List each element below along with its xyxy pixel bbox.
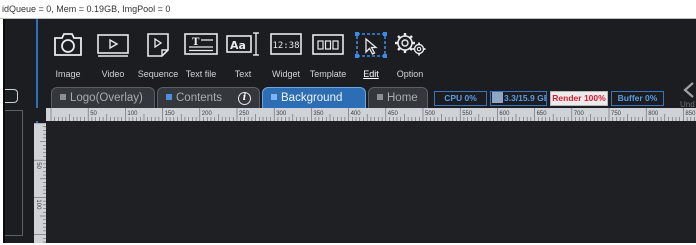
memory-meter: 3.3/15.9 GB xyxy=(490,91,547,106)
toolbar-text-button[interactable]: Aa Text xyxy=(226,27,260,83)
tab-home[interactable]: Home xyxy=(368,87,428,109)
info-icon[interactable]: i xyxy=(238,92,251,105)
camera-icon xyxy=(54,33,82,56)
editor-canvas[interactable] xyxy=(46,121,696,243)
ruler-label: 100 xyxy=(35,199,41,210)
toolbar-widget-button[interactable]: 12:38 Widget xyxy=(268,27,304,83)
ruler-label: 200 xyxy=(202,111,213,117)
tab-color-indicator xyxy=(166,94,172,100)
render-meter: Render 100% xyxy=(550,91,608,106)
toolbar-label-text-file: Text file xyxy=(185,69,217,79)
edit-cursor-icon xyxy=(355,32,387,58)
tab-label: Home xyxy=(387,92,418,104)
side-panel xyxy=(5,110,23,236)
tab-color-indicator xyxy=(271,94,277,100)
toolbar-label-edit: Edit xyxy=(363,69,379,79)
toolbar-label-template: Template xyxy=(309,69,347,79)
toolbar-label-image: Image xyxy=(55,69,81,79)
horizontal-ruler: 50 100 150 200 250 300 350 400 450 500 550 600 650 70… xyxy=(46,108,696,121)
template-icon xyxy=(312,34,344,55)
ruler-label: 600 xyxy=(499,111,510,117)
cpu-meter: CPU 0% xyxy=(434,91,487,106)
ruler-label: 850 xyxy=(685,111,696,117)
toolbar-edit-button[interactable]: Edit xyxy=(354,27,388,83)
toolbar-text-file-button[interactable]: T Text file xyxy=(182,27,220,83)
app-window: Image Video Sequence T Text file Aa Text… xyxy=(3,19,696,243)
tab-label: Background xyxy=(281,92,343,104)
ruler-label: 550 xyxy=(462,111,473,117)
tab-color-indicator xyxy=(377,94,383,100)
status-line: idQueue = 0, Mem = 0.19GB, ImgPool = 0 xyxy=(0,0,696,19)
ruler-label: 800 xyxy=(648,111,659,117)
side-panel-toggle[interactable] xyxy=(5,89,18,103)
tab-logo-overlay[interactable]: Logo(Overlay) xyxy=(51,87,155,109)
toolbar-label-text: Text xyxy=(234,69,252,79)
buffer-meter: Buffer 0% xyxy=(611,91,664,106)
tab-background[interactable]: Background xyxy=(262,87,366,109)
ruler-label: 700 xyxy=(574,111,585,117)
tab-label: Logo(Overlay) xyxy=(70,92,143,104)
ruler-label: 300 xyxy=(276,111,287,117)
toolbar-template-button[interactable]: Template xyxy=(308,27,348,83)
text-file-icon: T xyxy=(184,33,218,55)
tab-contents[interactable]: Contents i xyxy=(157,87,260,109)
toolbar-label-sequence: Sequence xyxy=(137,69,179,79)
toolbar-image-button[interactable]: Image xyxy=(51,27,85,83)
ruler-label: 100 xyxy=(127,111,138,117)
ruler-label: 50 xyxy=(90,111,97,117)
sequence-icon xyxy=(147,33,169,57)
ruler-corner xyxy=(34,108,46,121)
tab-color-indicator xyxy=(60,94,66,100)
svg-text:T: T xyxy=(192,37,200,48)
ruler-label: 450 xyxy=(388,111,399,117)
ruler-label: 350 xyxy=(313,111,324,117)
ruler-label: 650 xyxy=(537,111,548,117)
ruler-label: 50 xyxy=(35,162,41,169)
memory-text: 3.3/15.9 GB xyxy=(504,93,547,103)
text-icon: Aa xyxy=(226,32,259,56)
ruler-label: 750 xyxy=(611,111,622,117)
vertical-ruler: 50 100 xyxy=(34,123,46,243)
chevron-left-icon xyxy=(683,82,694,98)
tab-label: Contents xyxy=(176,92,223,104)
toolbar-video-button[interactable]: Video xyxy=(95,27,131,83)
widget-clock-text: 12:38 xyxy=(272,41,299,51)
toolbar-sequence-button[interactable]: Sequence xyxy=(136,27,180,83)
gears-icon xyxy=(395,33,426,56)
toolbar-label-option: Option xyxy=(396,69,424,79)
widget-clock-icon: 12:38 xyxy=(270,33,302,55)
video-icon xyxy=(97,34,129,57)
ruler-label: 400 xyxy=(351,111,362,117)
toolbar-label-widget: Widget xyxy=(271,69,300,79)
svg-text:Aa: Aa xyxy=(230,39,246,52)
memory-fill xyxy=(492,92,503,103)
toolbar-label-video: Video xyxy=(101,69,125,79)
ruler-label: 150 xyxy=(165,111,176,117)
ruler-label: 250 xyxy=(239,111,250,117)
toolbar-option-button[interactable]: Option xyxy=(392,27,428,83)
ruler-label: 500 xyxy=(425,111,436,117)
